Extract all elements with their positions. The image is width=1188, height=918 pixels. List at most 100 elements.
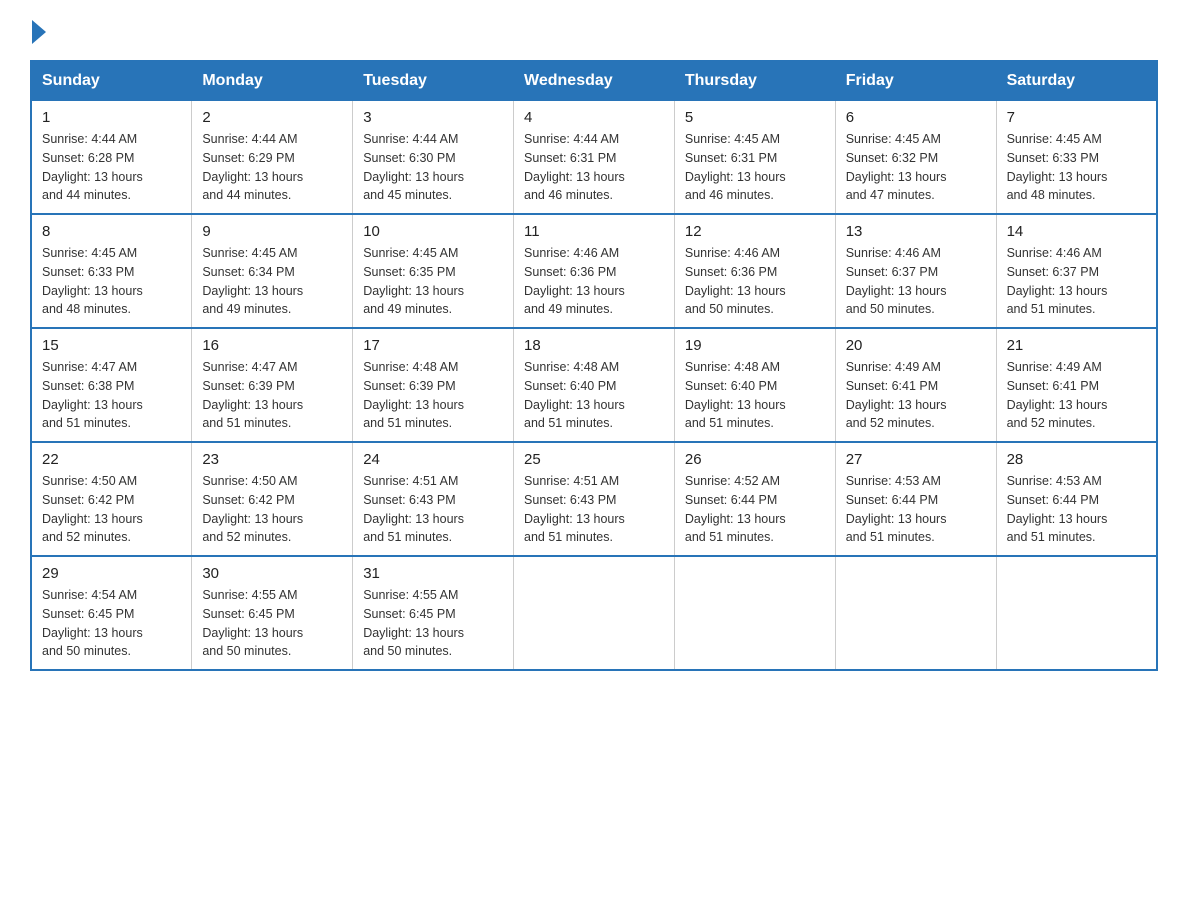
- calendar-cell: 29 Sunrise: 4:54 AMSunset: 6:45 PMDayligh…: [31, 556, 192, 670]
- day-number: 15: [42, 337, 181, 354]
- calendar-cell: 13 Sunrise: 4:46 AMSunset: 6:37 PMDayligh…: [835, 214, 996, 328]
- calendar-cell: 18 Sunrise: 4:48 AMSunset: 6:40 PMDayligh…: [514, 328, 675, 442]
- day-info: Sunrise: 4:44 AMSunset: 6:29 PMDaylight:…: [202, 130, 342, 205]
- day-number: 10: [363, 223, 503, 240]
- day-info: Sunrise: 4:47 AMSunset: 6:39 PMDaylight:…: [202, 358, 342, 433]
- day-number: 13: [846, 223, 986, 240]
- weekday-header-saturday: Saturday: [996, 61, 1157, 101]
- day-info: Sunrise: 4:45 AMSunset: 6:33 PMDaylight:…: [1007, 130, 1146, 205]
- calendar-cell: 28Sunrise: 4:53 AMSunset: 6:44 PMDayligh…: [996, 442, 1157, 556]
- day-info: Sunrise: 4:46 AMSunset: 6:37 PMDaylight:…: [1007, 244, 1146, 319]
- day-info: Sunrise: 4:44 AMSunset: 6:28 PMDaylight:…: [42, 130, 181, 205]
- day-number: 18: [524, 337, 664, 354]
- day-info: Sunrise: 4:49 AMSunset: 6:41 PMDaylight:…: [1007, 358, 1146, 433]
- calendar-cell: 9Sunrise: 4:45 AMSunset: 6:34 PMDaylight…: [192, 214, 353, 328]
- day-number: 2: [202, 109, 342, 126]
- day-info: Sunrise: 4:49 AMSunset: 6:41 PMDaylight:…: [846, 358, 986, 433]
- calendar-cell: 3Sunrise: 4:44 AMSunset: 6:30 PMDaylight…: [353, 101, 514, 215]
- calendar-cell: 24 Sunrise: 4:51 AMSunset: 6:43 PMDayligh…: [353, 442, 514, 556]
- calendar-cell: [996, 556, 1157, 670]
- day-info: Sunrise: 4:51 AMSunset: 6:43 PMDaylight:…: [363, 472, 503, 547]
- day-number: 1: [42, 109, 181, 126]
- day-number: 24: [363, 451, 503, 468]
- day-number: 6: [846, 109, 986, 126]
- day-number: 20: [846, 337, 986, 354]
- calendar-cell: 12 Sunrise: 4:46 AMSunset: 6:36 PMDayligh…: [674, 214, 835, 328]
- day-info: Sunrise: 4:46 AMSunset: 6:36 PMDaylight:…: [685, 244, 825, 319]
- day-info: Sunrise: 4:46 AMSunset: 6:36 PMDaylight:…: [524, 244, 664, 319]
- day-info: Sunrise: 4:55 AMSunset: 6:45 PMDaylight:…: [363, 586, 503, 661]
- day-info: Sunrise: 4:53 AMSunset: 6:44 PMDaylight:…: [1007, 472, 1146, 547]
- calendar-cell: 31Sunrise: 4:55 AMSunset: 6:45 PMDayligh…: [353, 556, 514, 670]
- day-info: Sunrise: 4:50 AMSunset: 6:42 PMDaylight:…: [42, 472, 181, 547]
- day-info: Sunrise: 4:44 AMSunset: 6:31 PMDaylight:…: [524, 130, 664, 205]
- weekday-header-row: SundayMondayTuesdayWednesdayThursdayFrid…: [31, 61, 1157, 101]
- day-number: 23: [202, 451, 342, 468]
- calendar-cell: 2 Sunrise: 4:44 AMSunset: 6:29 PMDaylight…: [192, 101, 353, 215]
- calendar-cell: [835, 556, 996, 670]
- weekday-header-thursday: Thursday: [674, 61, 835, 101]
- weekday-header-tuesday: Tuesday: [353, 61, 514, 101]
- day-info: Sunrise: 4:45 AMSunset: 6:35 PMDaylight:…: [363, 244, 503, 319]
- day-number: 5: [685, 109, 825, 126]
- logo-triangle-icon: [32, 20, 46, 44]
- day-number: 12: [685, 223, 825, 240]
- calendar-cell: 10 Sunrise: 4:45 AMSunset: 6:35 PMDayligh…: [353, 214, 514, 328]
- day-info: Sunrise: 4:45 AMSunset: 6:31 PMDaylight:…: [685, 130, 825, 205]
- day-number: 11: [524, 223, 664, 240]
- calendar-cell: [514, 556, 675, 670]
- day-number: 26: [685, 451, 825, 468]
- day-info: Sunrise: 4:48 AMSunset: 6:40 PMDaylight:…: [685, 358, 825, 433]
- calendar-cell: 15 Sunrise: 4:47 AMSunset: 6:38 PMDayligh…: [31, 328, 192, 442]
- calendar-cell: 4 Sunrise: 4:44 AMSunset: 6:31 PMDaylight…: [514, 101, 675, 215]
- day-info: Sunrise: 4:53 AMSunset: 6:44 PMDaylight:…: [846, 472, 986, 547]
- day-info: Sunrise: 4:47 AMSunset: 6:38 PMDaylight:…: [42, 358, 181, 433]
- day-info: Sunrise: 4:45 AMSunset: 6:33 PMDaylight:…: [42, 244, 181, 319]
- calendar-cell: 21 Sunrise: 4:49 AMSunset: 6:41 PMDayligh…: [996, 328, 1157, 442]
- calendar-cell: 27Sunrise: 4:53 AMSunset: 6:44 PMDayligh…: [835, 442, 996, 556]
- day-number: 21: [1007, 337, 1146, 354]
- calendar-week-row: 29 Sunrise: 4:54 AMSunset: 6:45 PMDayligh…: [31, 556, 1157, 670]
- calendar-cell: 1 Sunrise: 4:44 AMSunset: 6:28 PMDaylight…: [31, 101, 192, 215]
- calendar-cell: 25 Sunrise: 4:51 AMSunset: 6:43 PMDayligh…: [514, 442, 675, 556]
- weekday-header-monday: Monday: [192, 61, 353, 101]
- weekday-header-friday: Friday: [835, 61, 996, 101]
- day-number: 4: [524, 109, 664, 126]
- day-info: Sunrise: 4:45 AMSunset: 6:32 PMDaylight:…: [846, 130, 986, 205]
- calendar-cell: 6 Sunrise: 4:45 AMSunset: 6:32 PMDaylight…: [835, 101, 996, 215]
- day-number: 19: [685, 337, 825, 354]
- day-number: 8: [42, 223, 181, 240]
- weekday-header-wednesday: Wednesday: [514, 61, 675, 101]
- day-number: 14: [1007, 223, 1146, 240]
- calendar-cell: 30 Sunrise: 4:55 AMSunset: 6:45 PMDayligh…: [192, 556, 353, 670]
- calendar-table: SundayMondayTuesdayWednesdayThursdayFrid…: [30, 60, 1158, 671]
- day-info: Sunrise: 4:46 AMSunset: 6:37 PMDaylight:…: [846, 244, 986, 319]
- calendar-cell: 22 Sunrise: 4:50 AMSunset: 6:42 PMDayligh…: [31, 442, 192, 556]
- day-number: 17: [363, 337, 503, 354]
- calendar-cell: 14 Sunrise: 4:46 AMSunset: 6:37 PMDayligh…: [996, 214, 1157, 328]
- calendar-week-row: 22 Sunrise: 4:50 AMSunset: 6:42 PMDayligh…: [31, 442, 1157, 556]
- calendar-cell: 8 Sunrise: 4:45 AMSunset: 6:33 PMDaylight…: [31, 214, 192, 328]
- day-info: Sunrise: 4:48 AMSunset: 6:39 PMDaylight:…: [363, 358, 503, 433]
- logo: [30, 20, 46, 44]
- day-number: 3: [363, 109, 503, 126]
- day-info: Sunrise: 4:51 AMSunset: 6:43 PMDaylight:…: [524, 472, 664, 547]
- calendar-cell: 16Sunrise: 4:47 AMSunset: 6:39 PMDayligh…: [192, 328, 353, 442]
- day-info: Sunrise: 4:50 AMSunset: 6:42 PMDaylight:…: [202, 472, 342, 547]
- day-number: 7: [1007, 109, 1146, 126]
- calendar-cell: 23 Sunrise: 4:50 AMSunset: 6:42 PMDayligh…: [192, 442, 353, 556]
- calendar-cell: 26 Sunrise: 4:52 AMSunset: 6:44 PMDayligh…: [674, 442, 835, 556]
- day-info: Sunrise: 4:55 AMSunset: 6:45 PMDaylight:…: [202, 586, 342, 661]
- day-number: 29: [42, 565, 181, 582]
- weekday-header-sunday: Sunday: [31, 61, 192, 101]
- calendar-cell: 5 Sunrise: 4:45 AMSunset: 6:31 PMDaylight…: [674, 101, 835, 215]
- day-info: Sunrise: 4:48 AMSunset: 6:40 PMDaylight:…: [524, 358, 664, 433]
- day-number: 30: [202, 565, 342, 582]
- day-number: 9: [202, 223, 342, 240]
- day-number: 25: [524, 451, 664, 468]
- calendar-cell: 11 Sunrise: 4:46 AMSunset: 6:36 PMDayligh…: [514, 214, 675, 328]
- day-info: Sunrise: 4:52 AMSunset: 6:44 PMDaylight:…: [685, 472, 825, 547]
- day-info: Sunrise: 4:54 AMSunset: 6:45 PMDaylight:…: [42, 586, 181, 661]
- day-number: 22: [42, 451, 181, 468]
- calendar-week-row: 8 Sunrise: 4:45 AMSunset: 6:33 PMDaylight…: [31, 214, 1157, 328]
